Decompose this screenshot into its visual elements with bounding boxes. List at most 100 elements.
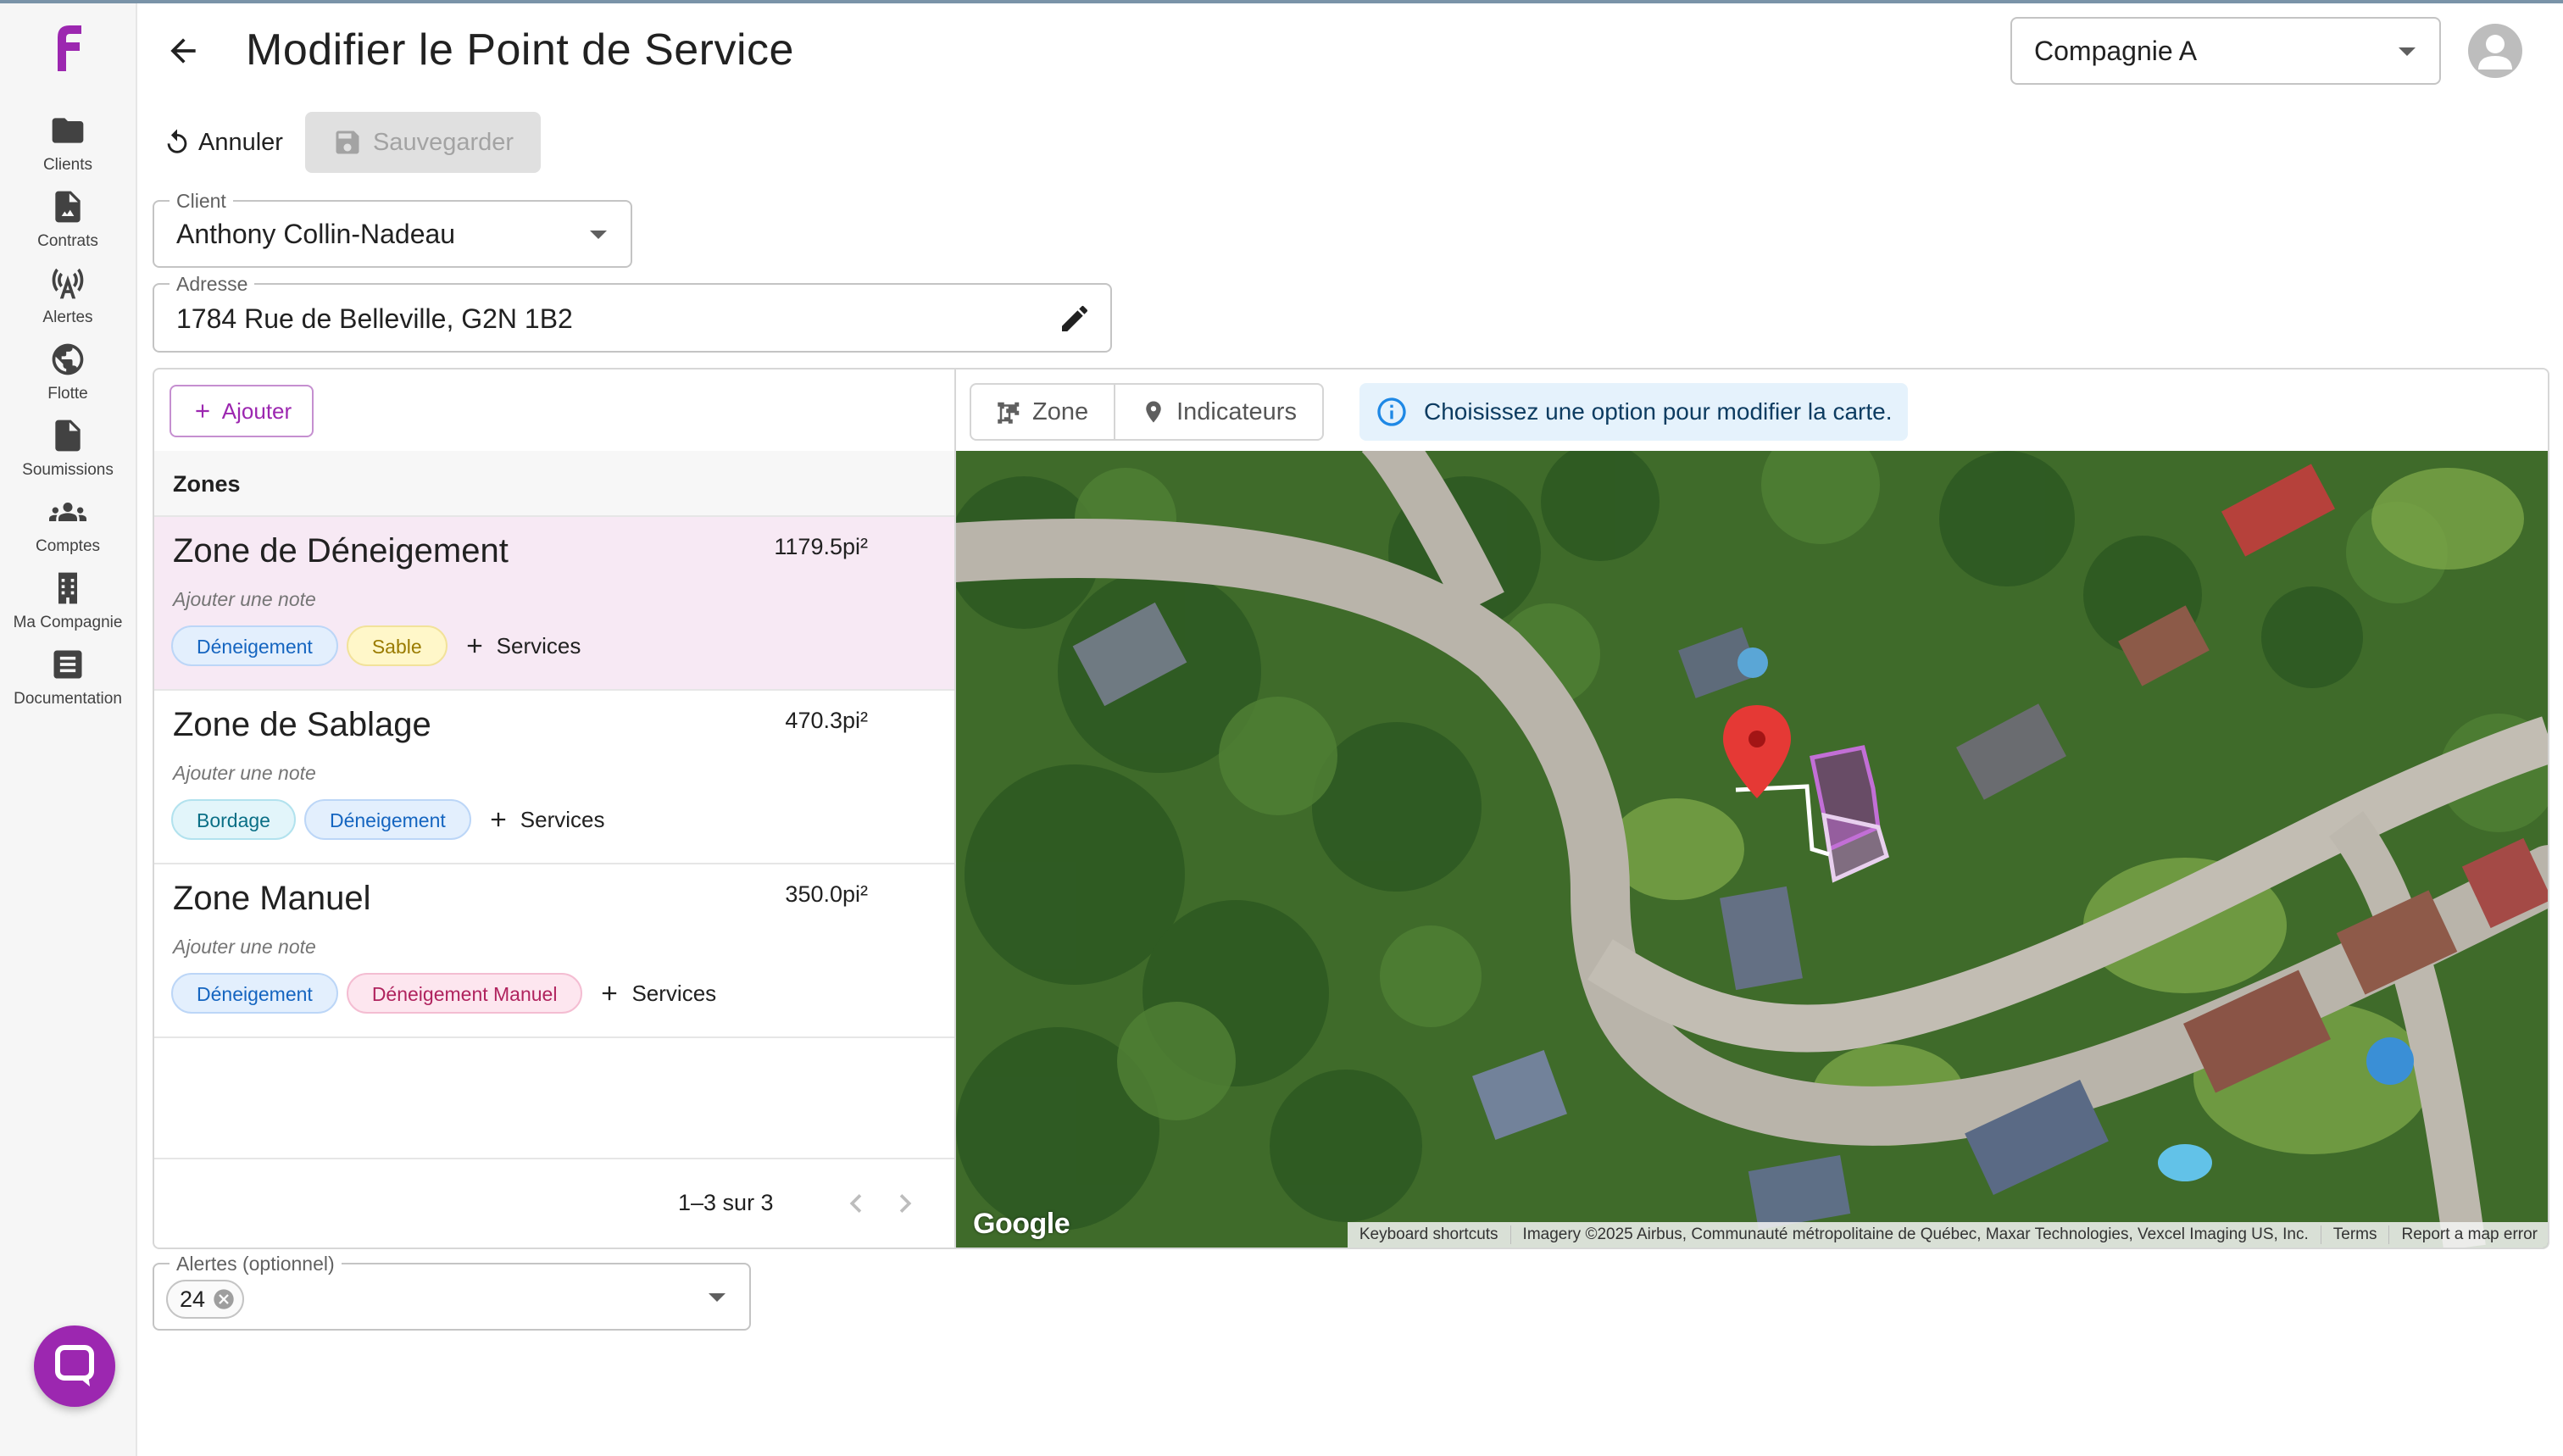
sidebar-item-label: Flotte <box>47 385 88 403</box>
add-services-button[interactable]: Services <box>486 806 605 833</box>
chat-icon <box>55 1345 94 1387</box>
building-icon <box>58 572 77 604</box>
info-icon <box>1377 397 1406 426</box>
alerts-select[interactable]: Alertes (optionnel) 24 <box>153 1253 751 1331</box>
globe-icon <box>52 343 84 375</box>
address-field[interactable]: Adresse 1784 Rue de Belleville, G2N 1B2 <box>153 273 1112 353</box>
markers-tool-label: Indicateurs <box>1176 397 1297 425</box>
service-chip[interactable]: Déneigement <box>171 973 338 1014</box>
service-chip[interactable]: Déneigement Manuel <box>346 973 583 1014</box>
pagination-range: 1–3 sur 3 <box>678 1190 774 1215</box>
sidebar-item-contrats[interactable]: Contrats <box>0 188 136 261</box>
document-icon <box>55 420 81 452</box>
zone-area: 470.3pi² <box>785 708 868 733</box>
back-button[interactable] <box>159 27 207 75</box>
service-chip[interactable]: Bordage <box>171 799 296 840</box>
sidebar-item-label: Soumissions <box>22 461 114 479</box>
client-select[interactable]: Client Anthony Collin-Nadeau <box>153 190 632 268</box>
sidebar-item-comptes[interactable]: Comptes <box>0 493 136 566</box>
map-info-text: Choisissez une option pour modifier la c… <box>1424 398 1893 425</box>
client-label: Client <box>170 190 233 212</box>
service-chips: Déneigement Sable Services <box>171 625 581 666</box>
zones-map-panel: Ajouter Zones Zone de Déneigement 1179.5… <box>153 368 2549 1249</box>
zones-list-pane: Ajouter Zones Zone de Déneigement 1179.5… <box>154 370 956 1248</box>
cancel-circle-icon[interactable] <box>212 1287 236 1311</box>
address-label: Adresse <box>170 273 255 295</box>
map-imagery <box>956 451 2548 1248</box>
add-services-button[interactable]: Services <box>598 981 716 1007</box>
map-info-alert: Choisissez une option pour modifier la c… <box>1359 383 1908 441</box>
markers-tool-button[interactable]: Indicateurs <box>1114 385 1322 439</box>
cancel-button[interactable]: Annuler <box>163 119 283 166</box>
sidebar-item-soumissions[interactable]: Soumissions <box>0 417 136 490</box>
satellite-map[interactable]: Google Keyboard shortcuts Imagery ©2025 … <box>956 451 2548 1248</box>
add-zone-button[interactable]: Ajouter <box>170 385 314 437</box>
zone-row[interactable]: Zone de Sablage 470.3pi² Ajouter une not… <box>154 691 954 864</box>
arrow-left-icon <box>170 38 196 64</box>
report-error-link[interactable]: Report a map error <box>2388 1225 2548 1244</box>
chevron-right-icon[interactable] <box>887 1185 924 1222</box>
sidebar-item-flotte[interactable]: Flotte <box>0 341 136 414</box>
service-chip[interactable]: Déneigement <box>303 799 471 840</box>
address-value: 1784 Rue de Belleville, G2N 1B2 <box>176 303 573 334</box>
zone-area: 1179.5pi² <box>774 534 868 559</box>
zone-row[interactable]: Zone de Déneigement 1179.5pi² Ajouter un… <box>154 517 954 691</box>
sidebar-item-label: Contrats <box>37 232 98 250</box>
company-select[interactable]: Compagnie A <box>2010 17 2441 85</box>
service-chip[interactable]: Déneigement <box>171 625 338 666</box>
app-logo[interactable] <box>53 22 86 73</box>
chevron-left-icon[interactable] <box>837 1185 875 1222</box>
plus-icon <box>467 638 481 653</box>
avatar[interactable] <box>2468 24 2522 78</box>
keyboard-shortcuts-link[interactable]: Keyboard shortcuts <box>1348 1225 1510 1244</box>
service-chip[interactable]: Sable <box>346 625 448 666</box>
alerts-label: Alertes (optionnel) <box>170 1253 342 1275</box>
zones-header-label: Zones <box>173 471 241 497</box>
map-toolbar: Zone Indicateurs Choisissez une option p… <box>956 370 2548 451</box>
plus-icon <box>603 986 617 1001</box>
add-zone-label: Ajouter <box>221 397 292 424</box>
location-pin-icon <box>1146 401 1161 423</box>
zone-row[interactable]: Zone Manuel 350.0pi² Ajouter une note Dé… <box>154 864 954 1038</box>
chat-button[interactable] <box>34 1325 115 1407</box>
zone-tool-label: Zone <box>1032 397 1089 425</box>
sidebar-item-documentation[interactable]: Documentation <box>0 646 136 719</box>
add-services-button[interactable]: Services <box>463 633 581 659</box>
contract-icon <box>55 191 81 223</box>
save-icon <box>336 131 359 154</box>
company-select-value: Compagnie A <box>2034 36 2198 66</box>
zone-note[interactable]: Ajouter une note <box>173 762 316 785</box>
add-services-label: Services <box>520 806 605 832</box>
service-chips: Bordage Déneigement Services <box>171 799 604 840</box>
sidebar-item-label: Alertes <box>42 308 93 326</box>
map-attribution: Keyboard shortcuts Imagery ©2025 Airbus,… <box>1347 1222 2548 1248</box>
map-pane: Zone Indicateurs Choisissez une option p… <box>956 370 2548 1248</box>
sidebar-item-clients[interactable]: Clients <box>0 112 136 185</box>
zone-note[interactable]: Ajouter une note <box>173 588 316 611</box>
sidebar-item-label: Comptes <box>35 537 101 555</box>
map-tool-group: Zone Indicateurs <box>970 383 1324 441</box>
service-chips: Déneigement Déneigement Manuel Services <box>171 973 716 1014</box>
cancel-button-label: Annuler <box>198 128 283 156</box>
pencil-icon[interactable] <box>1058 302 1092 340</box>
folder-icon <box>52 118 84 143</box>
zone-name: Zone Manuel <box>173 880 371 917</box>
sidebar-item-ma-compagnie[interactable]: Ma Compagnie <box>0 570 136 642</box>
pagination: 1–3 sur 3 <box>154 1158 954 1248</box>
article-icon <box>53 650 82 679</box>
page-title: Modifier le Point de Service <box>246 25 794 75</box>
sidebar-item-label: Ma Compagnie <box>13 614 123 631</box>
zone-tool-button[interactable]: Zone <box>971 385 1114 439</box>
alert-chip[interactable]: 24 <box>166 1280 245 1319</box>
save-button[interactable]: Sauvegarder <box>305 112 541 173</box>
zones-header: Zones <box>154 451 954 517</box>
terms-link[interactable]: Terms <box>2320 1225 2389 1244</box>
sidebar-item-label: Clients <box>42 156 93 174</box>
add-services-label: Services <box>631 980 717 1006</box>
add-services-label: Services <box>496 632 581 659</box>
client-value: Anthony Collin-Nadeau <box>176 219 456 249</box>
plus-icon <box>491 812 505 827</box>
zone-note[interactable]: Ajouter une note <box>173 936 316 959</box>
sidebar-item-alertes[interactable]: Alertes <box>0 264 136 337</box>
save-button-label: Sauvegarder <box>372 128 514 156</box>
